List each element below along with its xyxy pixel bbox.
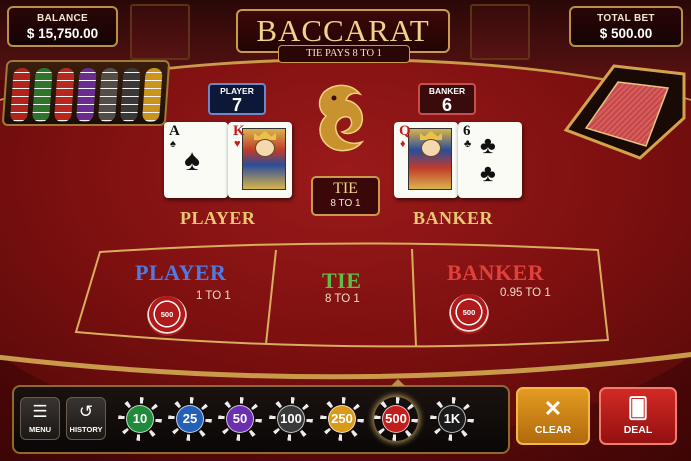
selected-chip-indicator-icon [391,379,405,386]
banker-bet-chip: 500 [449,294,489,334]
menu-button-label: MENU [28,425,52,434]
chip-value: 1K [443,411,461,426]
banker-bet-chip-value: 500 [462,308,476,317]
chip-value: 250 [331,411,353,426]
chip-value: 500 [385,411,407,426]
chip-value: 25 [182,411,198,426]
chip-100-button[interactable]: 100 [269,397,313,441]
player-bet-chip: 500 [147,296,187,336]
zone-tie-odds: 8 TO 1 [325,293,360,305]
history-icon: ↺ [78,402,94,421]
menu-button[interactable]: ☰ MENU [20,397,60,440]
hamburger-icon: ☰ [32,402,48,421]
player-bet-chip-value: 500 [160,310,174,319]
chip-500-button[interactable]: 500 [374,397,418,441]
deal-button[interactable]: 🂠 DEAL [599,387,677,445]
history-button[interactable]: ↺ HISTORY [66,397,106,440]
baccarat-scene: BALANCE $ 15,750.00 TOTAL BET $ 500.00 B… [0,0,691,461]
deal-button-label: DEAL [623,424,653,436]
chip-value: 100 [280,411,302,426]
chip-1k-button[interactable]: 1K [430,397,474,441]
chip-25-button[interactable]: 25 [168,397,212,441]
chip-250-button[interactable]: 250 [320,397,364,441]
clear-button-label: CLEAR [534,424,572,436]
clear-button[interactable]: ✕ CLEAR [516,387,590,445]
zone-banker-odds: 0.95 TO 1 [500,287,551,299]
zone-banker-label: BANKER [447,260,545,285]
zone-tie-label: TIE [322,268,362,293]
chip-50-button[interactable]: 50 [218,397,262,441]
chip-10-button[interactable]: 10 [118,397,162,441]
zone-player-label: PLAYER [135,260,227,285]
chip-value: 50 [232,411,248,426]
history-button-label: HISTORY [69,425,103,434]
cards-icon: 🂠 [627,398,649,420]
close-icon: ✕ [543,396,563,421]
zone-player-odds: 1 TO 1 [196,290,231,302]
chip-value: 10 [132,411,148,426]
